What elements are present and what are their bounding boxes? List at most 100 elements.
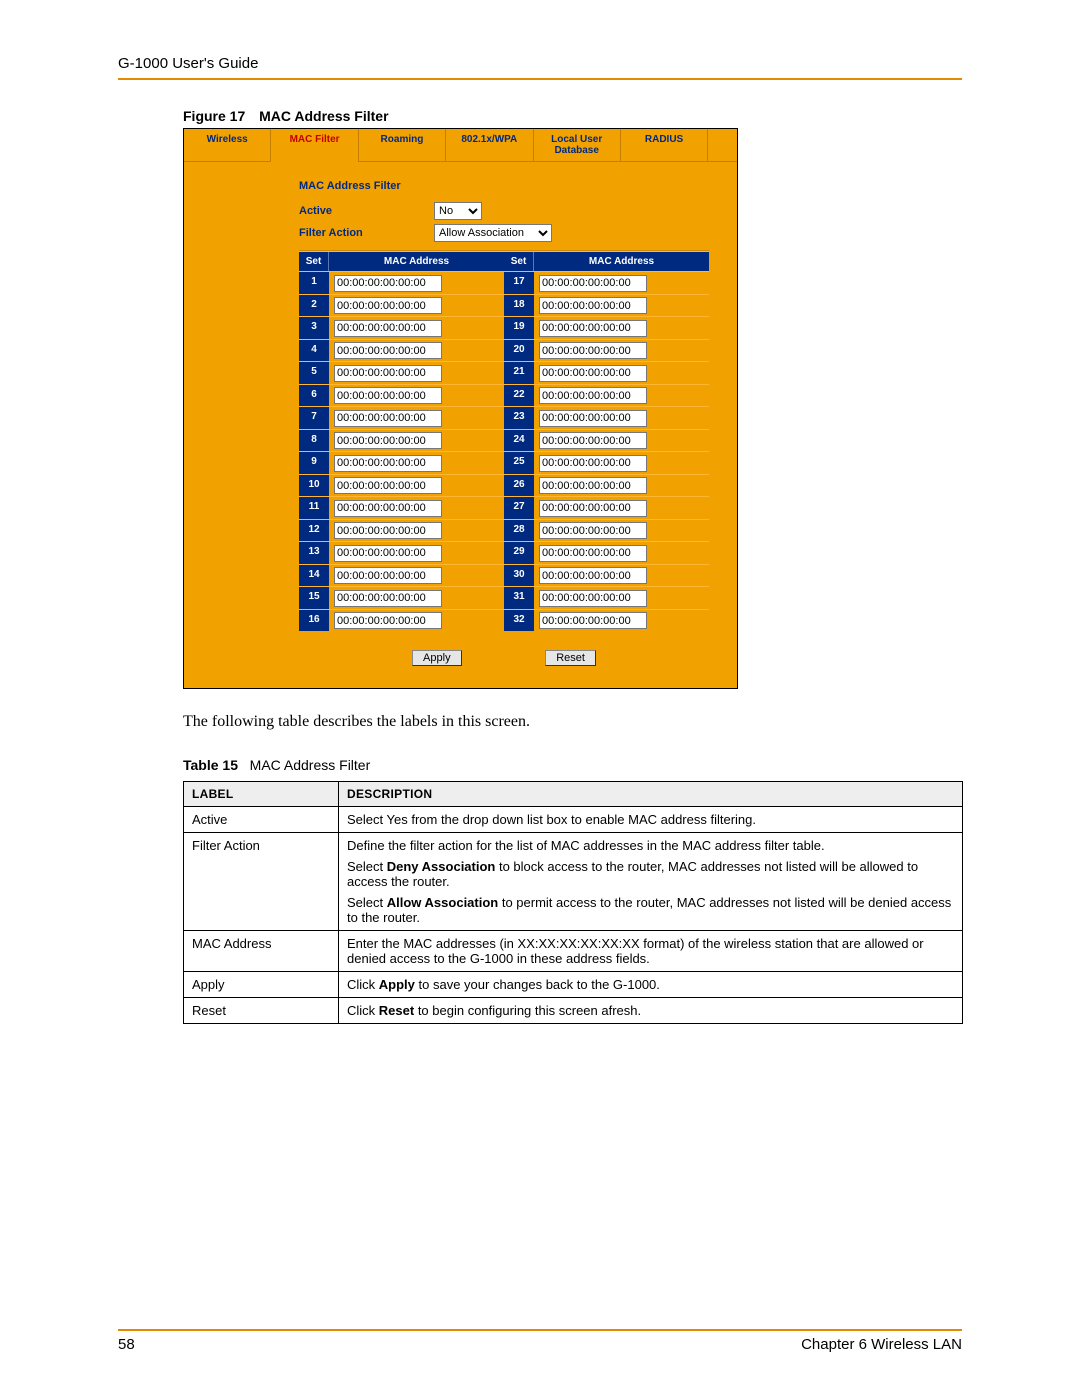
- mac-set-number: 6: [299, 385, 329, 407]
- tab-wireless[interactable]: Wireless: [184, 129, 271, 162]
- mac-address-input[interactable]: [539, 500, 647, 517]
- mac-row: 6: [299, 384, 504, 407]
- mac-address-input[interactable]: [539, 342, 647, 359]
- mac-set-number: 7: [299, 407, 329, 429]
- mac-row: 3: [299, 316, 504, 339]
- mac-row: 15: [299, 586, 504, 609]
- mac-row: 16: [299, 609, 504, 632]
- mac-address-input[interactable]: [334, 365, 442, 382]
- section-title: MAC Address Filter: [299, 180, 709, 192]
- mac-row: 23: [504, 406, 709, 429]
- mac-set-number: 4: [299, 340, 329, 362]
- mac-address-input[interactable]: [539, 432, 647, 449]
- mac-address-input[interactable]: [334, 320, 442, 337]
- tab-bar: WirelessMAC FilterRoaming802.1x/WPALocal…: [184, 129, 737, 162]
- page-footer: 58 Chapter 6 Wireless LAN: [118, 1329, 962, 1353]
- tab-radius[interactable]: RADIUS: [621, 129, 708, 162]
- mac-address-input[interactable]: [539, 522, 647, 539]
- mac-address-input[interactable]: [334, 545, 442, 562]
- mac-set-number: 14: [299, 565, 329, 587]
- mac-set-number: 12: [299, 520, 329, 542]
- mac-set-number: 15: [299, 587, 329, 609]
- col-header-set: Set: [504, 252, 534, 271]
- filter-action-select[interactable]: Allow Association: [434, 224, 552, 242]
- table-row: ActiveSelect Yes from the drop down list…: [184, 807, 963, 833]
- mac-address-input[interactable]: [334, 410, 442, 427]
- mac-address-input[interactable]: [334, 342, 442, 359]
- mac-set-number: 27: [504, 497, 534, 519]
- apply-button[interactable]: Apply: [412, 650, 462, 666]
- mac-set-number: 1: [299, 272, 329, 294]
- mac-set-number: 9: [299, 452, 329, 474]
- mac-address-input[interactable]: [334, 612, 442, 629]
- mac-set-number: 16: [299, 610, 329, 632]
- mac-address-input[interactable]: [539, 567, 647, 584]
- col-header-set: Set: [299, 252, 329, 271]
- mac-set-number: 5: [299, 362, 329, 384]
- mac-address-input[interactable]: [334, 522, 442, 539]
- mac-row: 28: [504, 519, 709, 542]
- mac-address-input[interactable]: [539, 545, 647, 562]
- mac-row: 25: [504, 451, 709, 474]
- mac-address-input[interactable]: [334, 297, 442, 314]
- mac-address-input[interactable]: [334, 567, 442, 584]
- mac-address-input[interactable]: [539, 590, 647, 607]
- cell-label: Apply: [184, 972, 339, 998]
- reset-button[interactable]: Reset: [545, 650, 596, 666]
- mac-set-number: 24: [504, 430, 534, 452]
- mac-address-input[interactable]: [539, 612, 647, 629]
- mac-address-input[interactable]: [539, 297, 647, 314]
- mac-address-input[interactable]: [334, 477, 442, 494]
- mac-row: 17: [504, 271, 709, 294]
- cell-label: Active: [184, 807, 339, 833]
- mac-address-input[interactable]: [539, 365, 647, 382]
- mac-set-number: 23: [504, 407, 534, 429]
- mac-address-input[interactable]: [539, 320, 647, 337]
- description-table: Label Description ActiveSelect Yes from …: [183, 781, 963, 1024]
- active-select[interactable]: No: [434, 202, 482, 220]
- tab-roaming[interactable]: Roaming: [359, 129, 446, 162]
- config-screenshot: WirelessMAC FilterRoaming802.1x/WPALocal…: [183, 128, 738, 689]
- mac-row: 29: [504, 541, 709, 564]
- mac-address-input[interactable]: [334, 500, 442, 517]
- mac-set-number: 17: [504, 272, 534, 294]
- footer-rule: [118, 1329, 962, 1331]
- mac-set-number: 31: [504, 587, 534, 609]
- header-rule: [118, 78, 962, 80]
- mac-set-number: 21: [504, 362, 534, 384]
- cell-description: Enter the MAC addresses (in XX:XX:XX:XX:…: [339, 931, 963, 972]
- mac-row: 14: [299, 564, 504, 587]
- mac-set-number: 10: [299, 475, 329, 497]
- mac-set-number: 11: [299, 497, 329, 519]
- mac-set-number: 25: [504, 452, 534, 474]
- tab-802-1x-wpa[interactable]: 802.1x/WPA: [446, 129, 533, 162]
- mac-row: 8: [299, 429, 504, 452]
- mac-row: 24: [504, 429, 709, 452]
- cell-label: MAC Address: [184, 931, 339, 972]
- mac-row: 20: [504, 339, 709, 362]
- active-label: Active: [299, 205, 434, 217]
- mac-set-number: 22: [504, 385, 534, 407]
- mac-address-input[interactable]: [539, 275, 647, 292]
- mac-address-input[interactable]: [539, 387, 647, 404]
- mac-grid: SetMAC Address12345678910111213141516 Se…: [299, 251, 709, 631]
- mac-address-input[interactable]: [334, 590, 442, 607]
- mac-row: 22: [504, 384, 709, 407]
- mac-address-input[interactable]: [539, 410, 647, 427]
- mac-row: 31: [504, 586, 709, 609]
- mac-address-input[interactable]: [539, 477, 647, 494]
- cell-description: Define the filter action for the list of…: [339, 833, 963, 931]
- tab-local-user-database[interactable]: Local UserDatabase: [534, 129, 621, 162]
- mac-row: 2: [299, 294, 504, 317]
- mac-address-input[interactable]: [539, 455, 647, 472]
- mac-set-number: 2: [299, 295, 329, 317]
- table-row: ResetClick Reset to begin configuring th…: [184, 998, 963, 1024]
- mac-set-number: 19: [504, 317, 534, 339]
- mac-address-input[interactable]: [334, 455, 442, 472]
- tab-mac-filter[interactable]: MAC Filter: [271, 129, 358, 162]
- cell-label: Reset: [184, 998, 339, 1024]
- mac-address-input[interactable]: [334, 432, 442, 449]
- mac-address-input[interactable]: [334, 275, 442, 292]
- th-label: Label: [184, 782, 339, 807]
- mac-address-input[interactable]: [334, 387, 442, 404]
